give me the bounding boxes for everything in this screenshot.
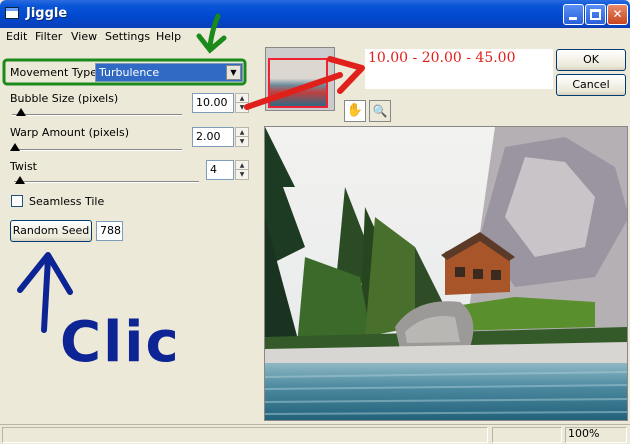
zoom-level: 100%	[568, 427, 600, 440]
blue-arrow	[41, 255, 51, 333]
green-highlight	[2, 58, 247, 86]
status-bar	[0, 424, 630, 444]
annotation-overlay	[2, 13, 365, 333]
status-cell	[492, 427, 562, 443]
jiggle-dialog: Jiggle ✕ Edit Filter View Settings Help …	[0, 0, 630, 444]
clic-annotation: Clic	[60, 310, 181, 375]
status-cell	[2, 427, 488, 443]
red-arrow	[244, 72, 343, 110]
